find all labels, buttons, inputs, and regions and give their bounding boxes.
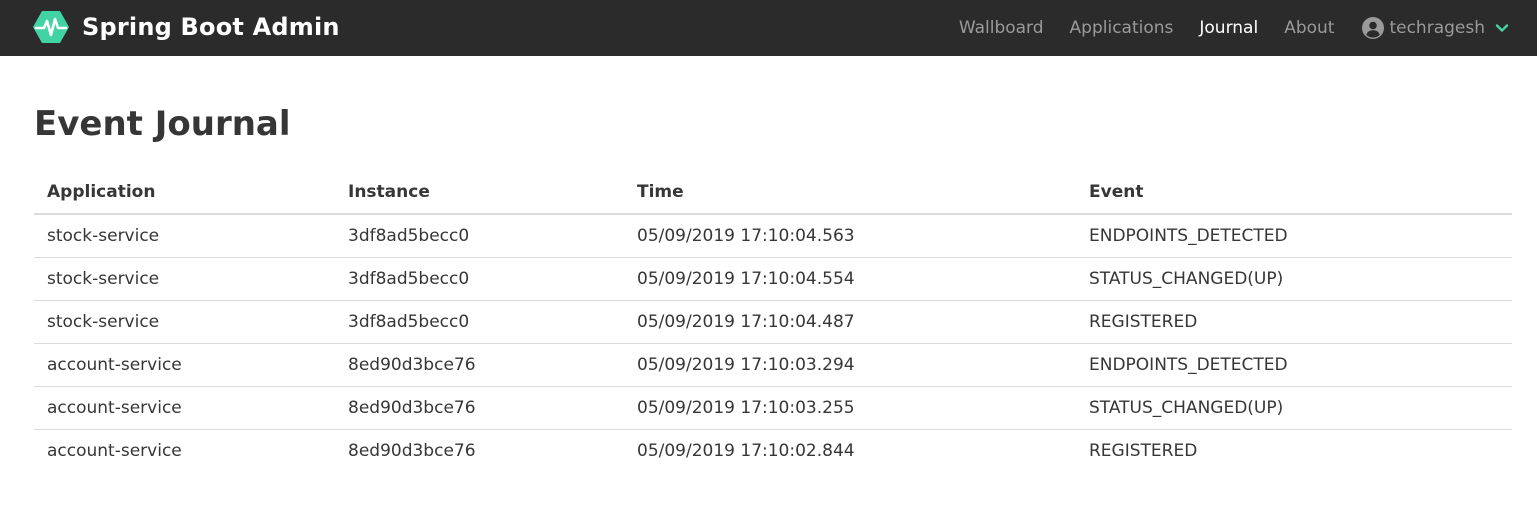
heartbeat-hexagon-icon — [33, 11, 69, 43]
cell-application: stock-service — [34, 214, 335, 258]
table-row: account-service 8ed90d3bce76 05/09/2019 … — [34, 386, 1512, 430]
cell-application: stock-service — [34, 257, 335, 301]
header-time: Time — [624, 171, 1076, 215]
cell-time: 05/09/2019 17:10:04.487 — [624, 300, 1076, 344]
cell-event: REGISTERED — [1076, 300, 1512, 344]
cell-instance: 3df8ad5becc0 — [335, 300, 624, 344]
cell-time: 05/09/2019 17:10:03.294 — [624, 343, 1076, 387]
page-title: Event Journal — [34, 104, 291, 144]
nav-about[interactable]: About — [1284, 18, 1334, 38]
cell-event: STATUS_CHANGED(UP) — [1076, 257, 1512, 301]
table-row: stock-service 3df8ad5becc0 05/09/2019 17… — [34, 214, 1512, 258]
nav-journal[interactable]: Journal — [1199, 18, 1258, 38]
cell-instance: 8ed90d3bce76 — [335, 343, 624, 387]
cell-event: REGISTERED — [1089, 440, 1198, 461]
table-row: stock-service 3df8ad5becc0 05/09/2019 17… — [34, 300, 1512, 344]
header-event: Event — [1076, 171, 1512, 215]
user-menu[interactable]: techragesh — [1362, 17, 1509, 39]
cell-event: ENDPOINTS_DETECTED — [1076, 214, 1512, 258]
cell-application: account-service — [34, 386, 335, 430]
table-row: stock-service 3df8ad5becc0 05/09/2019 17… — [34, 257, 1512, 301]
cell-instance: 8ed90d3bce76 — [335, 386, 624, 430]
cell-application: account-service — [47, 440, 182, 461]
table-row: account-service 8ed90d3bce76 05/09/2019 … — [34, 429, 1512, 472]
cell-event: ENDPOINTS_DETECTED — [1076, 343, 1512, 387]
event-journal-table: Application Instance Time Event stock-se… — [34, 171, 1512, 472]
nav-links: Wallboard Applications Journal About tec… — [933, 0, 1509, 56]
brand-link[interactable]: Spring Boot Admin — [33, 10, 340, 44]
top-navbar: Spring Boot Admin Wallboard Applications… — [0, 0, 1537, 56]
user-name: techragesh — [1389, 18, 1485, 38]
cell-instance: 3df8ad5becc0 — [335, 257, 624, 301]
chevron-down-icon — [1495, 24, 1509, 32]
header-application: Application — [34, 171, 335, 215]
table-header-row: Application Instance Time Event — [34, 171, 1512, 215]
cell-application: account-service — [34, 343, 335, 387]
header-instance: Instance — [335, 171, 624, 215]
cell-time: 05/09/2019 17:10:04.563 — [624, 214, 1076, 258]
cell-event: STATUS_CHANGED(UP) — [1076, 386, 1512, 430]
cell-time: 05/09/2019 17:10:02.844 — [637, 440, 855, 461]
nav-applications[interactable]: Applications — [1070, 18, 1174, 38]
nav-wallboard[interactable]: Wallboard — [959, 18, 1044, 38]
brand-name: Spring Boot Admin — [82, 13, 340, 41]
cell-application: stock-service — [34, 300, 335, 344]
user-circle-icon — [1362, 17, 1385, 39]
cell-instance: 3df8ad5becc0 — [335, 214, 624, 258]
table-row: account-service 8ed90d3bce76 05/09/2019 … — [34, 343, 1512, 387]
cell-time: 05/09/2019 17:10:04.554 — [624, 257, 1076, 301]
cell-instance: 8ed90d3bce76 — [348, 440, 476, 461]
cell-time: 05/09/2019 17:10:03.255 — [624, 386, 1076, 430]
